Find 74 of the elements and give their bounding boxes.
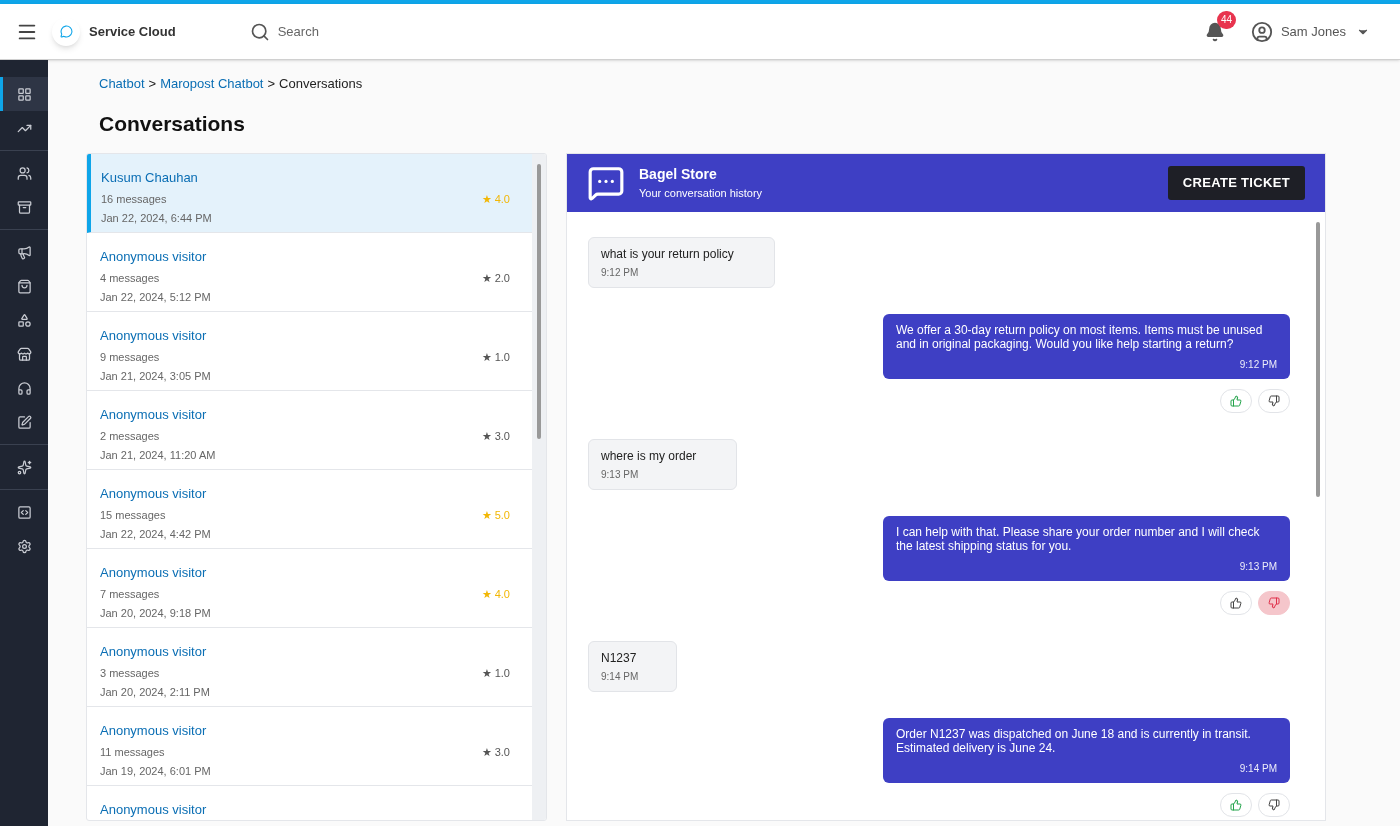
message-count: 11 messages	[100, 744, 166, 760]
thumbs-down-icon	[1268, 799, 1280, 811]
grid-icon[interactable]	[0, 77, 48, 111]
message-time: 9:13 PM	[601, 468, 640, 482]
visitor-name: Anonymous visitor	[100, 801, 208, 819]
visitor-name: Anonymous visitor	[100, 248, 208, 266]
rating: ★ 5.0	[481, 508, 510, 523]
create-ticket-button[interactable]: CREATE TICKET	[1167, 166, 1305, 200]
rating: ★ 1.0	[481, 350, 510, 365]
conversation-date: Jan 21, 2024, 3:05 PM	[100, 369, 212, 384]
rating: ★ 3.0	[481, 429, 510, 444]
rating: ★ 4.0	[481, 587, 510, 602]
conversation-date: Jan 20, 2024, 9:18 PM	[100, 606, 212, 621]
conversation-date: Jan 19, 2024, 6:01 PM	[100, 764, 212, 779]
rating: ★ 3.0	[481, 745, 510, 760]
logo-icon	[52, 17, 80, 46]
message-time: 9:14 PM	[1238, 762, 1277, 776]
thumbs-up-icon	[1230, 799, 1242, 811]
visitor-name: Anonymous visitor	[100, 722, 208, 740]
message-text: Order N1237 was dispatched on June 18 and is currently in transit. Estimated delivery is June 24.	[896, 727, 1252, 755]
message-text: N1237	[601, 650, 638, 667]
message-count: 2 messages	[100, 428, 161, 444]
message-count: 4 messages	[100, 270, 161, 286]
breadcrumb-current: Conversations	[279, 75, 363, 93]
thumbs-down-button[interactable]	[1258, 591, 1290, 615]
scrollbar[interactable]	[537, 164, 541, 439]
avatar-icon	[1250, 20, 1273, 43]
message-text: We offer a 30-day return policy on most items. Items must be unused and in original packaging. Would you like help starting a return?	[896, 323, 1264, 351]
conversation-date: Jan 21, 2024, 11:20 AM	[100, 448, 217, 463]
breadcrumb-separator: >	[267, 75, 276, 93]
breadcrumb-link[interactable]: Maropost Chatbot	[160, 74, 264, 94]
chat-subtitle: Your conversation history	[639, 186, 763, 202]
chat-bubble-icon	[587, 164, 625, 202]
visitor-name: Anonymous visitor	[100, 643, 208, 661]
message-count: 9 messages	[100, 349, 161, 365]
visitor-name: Kusum Chauhan	[101, 169, 199, 187]
message-count: 16 messages	[101, 191, 168, 207]
user-menu[interactable]: Sam Jones	[1280, 21, 1370, 42]
message-count: 3 messages	[100, 665, 161, 681]
visitor-name: Anonymous visitor	[100, 485, 208, 503]
message-time: 9:12 PM	[1238, 358, 1277, 372]
thumbs-down-icon	[1268, 597, 1280, 609]
breadcrumb-separator: >	[148, 75, 157, 93]
conversation-date: Jan 20, 2024, 2:11 PM	[100, 685, 211, 700]
message-count: 7 messages	[100, 586, 161, 602]
search-field[interactable]: Search	[277, 21, 578, 42]
message-text: where is my order	[601, 448, 698, 465]
rating: ★ 2.0	[481, 271, 510, 286]
rating: ★ 4.0	[481, 192, 510, 207]
conversation-date: Jan 22, 2024, 4:42 PM	[100, 527, 212, 542]
message-time: 9:12 PM	[601, 266, 640, 280]
thumbs-down-icon	[1268, 395, 1280, 407]
message-time: 9:13 PM	[1238, 560, 1277, 574]
conversation-date: Jan 22, 2024, 5:12 PM	[100, 290, 212, 305]
visitor-name: Anonymous visitor	[100, 327, 208, 345]
bell-icon[interactable]	[1204, 21, 1225, 42]
message-time: 9:14 PM	[601, 670, 640, 684]
message-text: I can help with that. Please share your order number and I will check the latest shipping status for you.	[896, 525, 1261, 553]
search-icon	[249, 21, 270, 42]
notification-badge: 44	[1216, 10, 1237, 29]
visitor-name: Anonymous visitor	[100, 406, 208, 424]
thumbs-up-icon	[1230, 395, 1242, 407]
breadcrumb-link[interactable]: Chatbot	[99, 74, 145, 94]
conversation-item[interactable]: Kusum Chauhan 16 messages Jan 22, 2024, 6:44 PM ★ 4.0	[87, 154, 532, 233]
page-title: Conversations	[98, 110, 246, 137]
scrollbar[interactable]	[1316, 222, 1320, 497]
thumbs-up-icon	[1230, 597, 1242, 609]
message-count: 15 messages	[100, 507, 167, 523]
rating: ★ 1.0	[481, 666, 510, 681]
conversation-date: Jan 22, 2024, 6:44 PM	[101, 211, 213, 226]
visitor-name: Anonymous visitor	[100, 564, 208, 582]
chat-title: Bagel Store	[639, 165, 718, 185]
app-name: Service Cloud	[89, 22, 176, 41]
message-text: what is your return policy	[601, 246, 735, 263]
